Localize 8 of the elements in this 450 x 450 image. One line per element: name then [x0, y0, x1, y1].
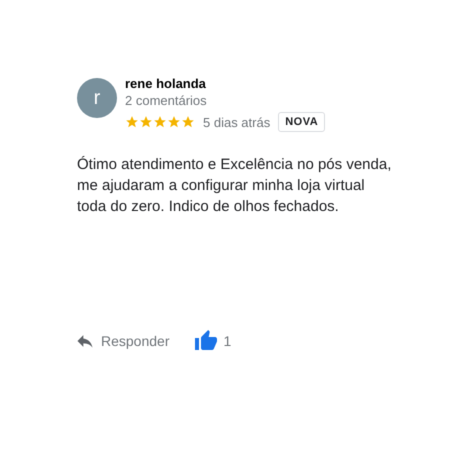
new-badge: NOVA — [278, 112, 326, 132]
reply-button[interactable]: Responder — [73, 327, 172, 355]
review-text: Ótimo atendimento e Excelência no pós venda, me ajudaram a configurar minha loja virtual toda do zero. Indico de olhos fechados. — [77, 155, 392, 217]
author-name: rene holanda — [125, 76, 207, 92]
avatar: r — [77, 78, 117, 118]
review-time: 5 dias atrás — [203, 114, 270, 130]
like-button[interactable]: 1 — [192, 327, 234, 355]
comment-count: 2 comentários — [125, 93, 208, 109]
